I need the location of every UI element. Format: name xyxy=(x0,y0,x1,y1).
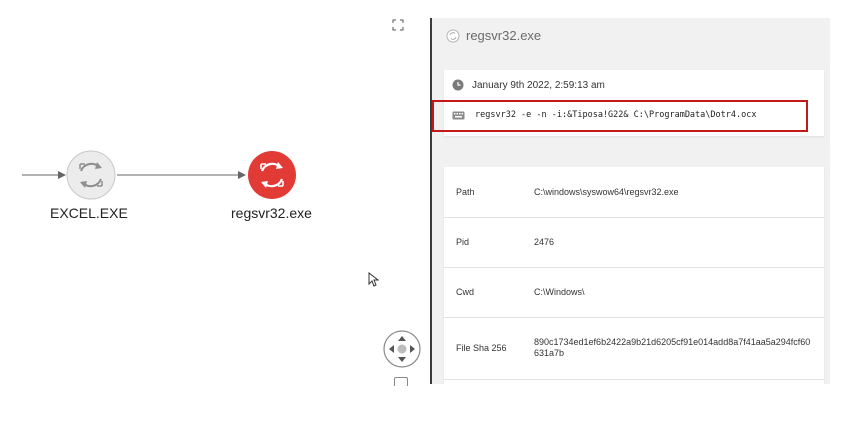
process-cycle-icon xyxy=(248,151,296,199)
detail-value: C:\windows\syswow64\regsvr32.exe xyxy=(534,187,679,197)
process-cycle-icon xyxy=(66,150,116,200)
edge-incoming-arrow xyxy=(58,171,66,179)
mouse-cursor-icon xyxy=(368,271,380,293)
excel-node-label: EXCEL.EXE xyxy=(50,205,128,221)
edge-excel-to-regsvr32-arrow xyxy=(238,171,246,179)
pan-control[interactable] xyxy=(383,330,421,373)
regsvr32-node-label: regsvr32.exe xyxy=(231,205,312,221)
process-graph: EXCEL.EXE regsvr32.exe xyxy=(0,0,430,437)
details-panel: regsvr32.exe January 9th 2022, 2:59:13 a… xyxy=(432,18,830,384)
detail-row: Path C:\windows\syswow64\regsvr32.exe xyxy=(444,167,824,218)
excel-node[interactable] xyxy=(66,150,116,205)
process-cycle-icon xyxy=(446,29,460,42)
panel-title: regsvr32.exe xyxy=(466,28,542,43)
detail-key: File Sha 256 xyxy=(456,343,507,353)
detail-key: Pid xyxy=(456,237,470,247)
detail-value: 2476 xyxy=(534,237,555,247)
panel-header: regsvr32.exe xyxy=(446,28,541,43)
clock-icon xyxy=(452,79,464,91)
regsvr32-node[interactable] xyxy=(247,150,297,205)
zoom-icon[interactable] xyxy=(394,377,408,386)
detail-value: C:\Windows\ xyxy=(534,287,585,297)
details-table: Path C:\windows\syswow64\regsvr32.exe Pi… xyxy=(444,167,824,384)
detail-key: Path xyxy=(456,187,475,197)
timestamp-row: January 9th 2022, 2:59:13 am xyxy=(452,79,605,91)
detail-row: File Sha 256 890c1734ed1ef6b2422a9b21d62… xyxy=(444,317,824,380)
detail-key: Cwd xyxy=(456,287,475,297)
detail-value: 890c1734ed1ef6b2422a9b21d6205cf91e014add… xyxy=(534,337,811,358)
fullscreen-icon[interactable] xyxy=(392,18,404,36)
detail-row: Pid 2476 xyxy=(444,217,824,268)
detail-row: Cwd C:\Windows\ xyxy=(444,267,824,318)
event-timestamp: January 9th 2022, 2:59:13 am xyxy=(472,79,605,91)
command-highlight-box xyxy=(432,100,808,132)
